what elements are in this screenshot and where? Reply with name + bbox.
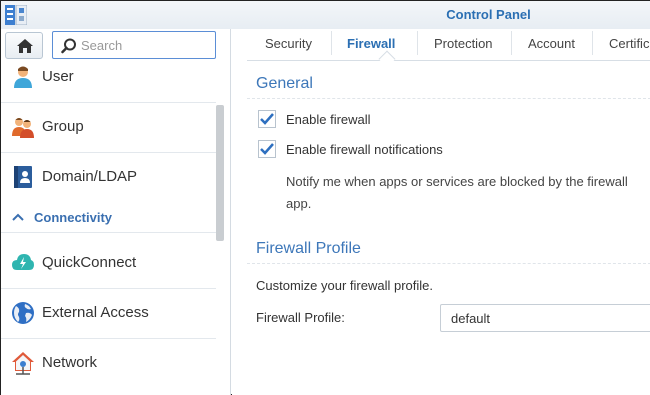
section-header-label: Connectivity: [34, 210, 113, 225]
globe-icon: [12, 302, 34, 324]
sidebar-item-label: External Access: [42, 304, 149, 321]
sidebar-item-group[interactable]: Group: [1, 106, 216, 146]
section-divider: [247, 98, 650, 99]
sidebar-item-label: QuickConnect: [42, 254, 137, 271]
group-icon: [12, 118, 34, 138]
main-panel: Security Firewall Protection Account Cer…: [232, 29, 650, 395]
firewall-profile-select[interactable]: default: [440, 304, 650, 332]
firewall-profile-value: default: [451, 311, 491, 326]
checkmark-icon: [258, 140, 276, 158]
sidebar-item-quickconnect[interactable]: QuickConnect: [1, 242, 216, 282]
quickconnect-icon: [12, 254, 34, 270]
tab-bar: Security Firewall Protection Account Cer…: [247, 29, 650, 68]
search-input[interactable]: [81, 36, 209, 54]
sidebar-item-label: Group: [42, 118, 84, 135]
network-icon: [12, 352, 34, 375]
section-header-connectivity[interactable]: Connectivity: [1, 207, 216, 229]
window-title: Control Panel: [446, 7, 531, 22]
profile-description: Customize your firewall profile.: [256, 278, 434, 293]
firewall-profile-label: Firewall Profile:: [256, 310, 345, 325]
section-title-firewall-profile: Firewall Profile: [256, 240, 361, 257]
sidebar-item-network[interactable]: Network: [1, 342, 216, 382]
sidebar: User Group Domain/LDAP Connectivity: [1, 29, 231, 395]
sidebar-item-user[interactable]: User: [1, 56, 216, 96]
sidebar-scrollbar[interactable]: [216, 105, 224, 241]
search-field[interactable]: [52, 31, 216, 59]
search-icon: [61, 38, 76, 54]
sidebar-item-external-access[interactable]: External Access: [1, 292, 216, 332]
section-title-general: General: [256, 75, 313, 92]
title-bar: Control Panel: [1, 1, 650, 29]
checkbox-label: Enable firewall notifications: [286, 142, 443, 157]
tab-security[interactable]: Security: [265, 29, 312, 60]
checkbox-label: Enable firewall: [286, 112, 371, 127]
sidebar-item-label: Domain/LDAP: [42, 168, 138, 185]
user-icon: [14, 66, 32, 88]
sidebar-item-domain-ldap[interactable]: Domain/LDAP: [1, 156, 216, 196]
notification-description: Notify me when apps or services are bloc…: [286, 174, 628, 211]
chevron-up-icon: [12, 213, 24, 221]
control-panel-app-icon[interactable]: [5, 5, 27, 25]
sidebar-item-label: Network: [42, 354, 98, 371]
domain-ldap-icon: [14, 166, 32, 188]
sidebar-item-label: User: [42, 68, 74, 85]
tab-certificate[interactable]: Certific: [609, 29, 649, 60]
home-icon: [17, 39, 33, 53]
checkmark-icon: [258, 110, 276, 128]
tab-protection[interactable]: Protection: [434, 29, 493, 60]
tab-account[interactable]: Account: [528, 29, 575, 60]
home-button[interactable]: [5, 32, 43, 59]
section-divider: [247, 263, 650, 264]
